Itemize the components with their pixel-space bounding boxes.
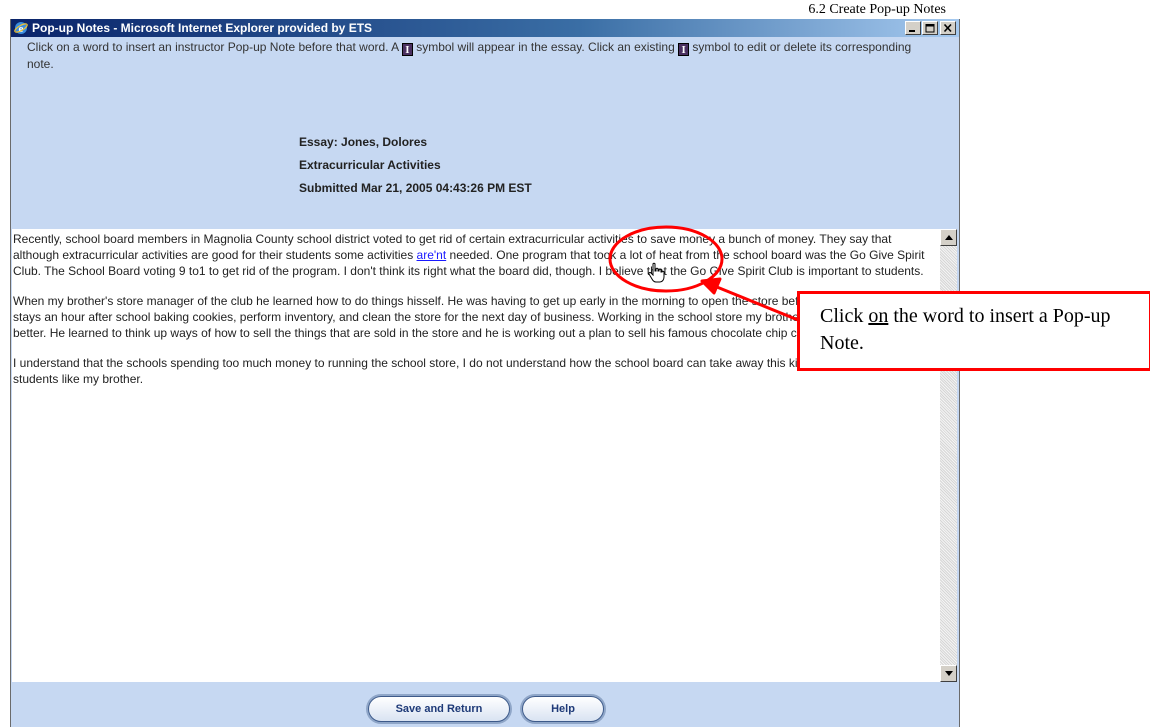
- instructor-note-icon: I: [401, 43, 413, 56]
- section-heading: 6.2 Create Pop-up Notes: [808, 2, 946, 17]
- essay-author: Essay: Jones, Dolores: [299, 135, 428, 149]
- internet-explorer-icon: e: [14, 22, 28, 35]
- arrow-down-icon: [945, 671, 953, 676]
- minimize-button[interactable]: [905, 21, 921, 35]
- arrow-up-icon: [945, 235, 953, 240]
- essay-header: Essay: Jones, Dolores Extracurricular Ac…: [299, 131, 532, 200]
- close-button[interactable]: [940, 21, 956, 35]
- essay-word-link[interactable]: are'nt: [417, 248, 447, 262]
- callout-box: Click on the word to insert a Pop-up Not…: [797, 291, 1150, 371]
- essay-paragraph[interactable]: Recently, school board members in Magnol…: [13, 231, 935, 279]
- maximize-icon: [925, 24, 935, 33]
- save-and-return-button[interactable]: Save and Return: [368, 696, 510, 722]
- help-button[interactable]: Help: [522, 696, 604, 722]
- window-titlebar[interactable]: e Pop-up Notes - Microsoft Internet Expl…: [11, 19, 959, 37]
- instructions-text: Click on a word to insert an instructor …: [27, 40, 912, 71]
- close-icon: [943, 24, 952, 33]
- maximize-button[interactable]: [922, 21, 938, 35]
- scroll-down-button[interactable]: [940, 665, 957, 682]
- instructor-note-icon: I: [678, 43, 690, 56]
- essay-title: Extracurricular Activities: [299, 158, 441, 172]
- popup-notes-window: e Pop-up Notes - Microsoft Internet Expl…: [10, 19, 960, 727]
- essay-submitted-date: Submitted Mar 21, 2005 04:43:26 PM EST: [299, 181, 532, 195]
- minimize-icon: [909, 30, 915, 32]
- scroll-up-button[interactable]: [940, 229, 957, 246]
- window-title: Pop-up Notes - Microsoft Internet Explor…: [32, 21, 373, 35]
- button-bar: Save and Return Help: [12, 682, 958, 727]
